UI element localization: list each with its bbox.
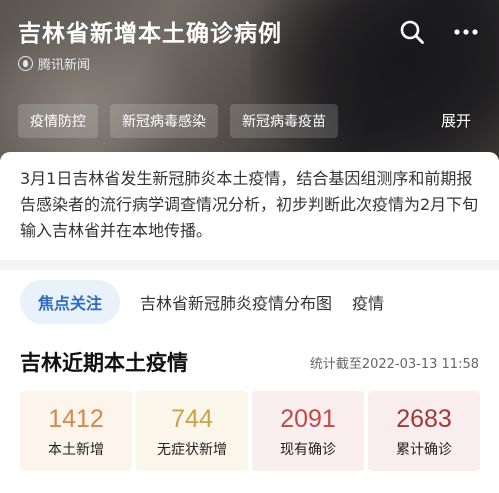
stat-value: 2683: [396, 405, 452, 433]
stat-card-asymptomatic-new[interactable]: 744 无症状新增: [136, 391, 248, 471]
expand-button[interactable]: 展开: [441, 110, 471, 131]
stat-label: 现有确诊: [280, 442, 336, 458]
tag-covid-vaccine[interactable]: 新冠病毒疫苗: [230, 104, 338, 138]
topic-tags: 疫情防控 新冠病毒感染 新冠病毒疫苗: [18, 104, 338, 138]
focus-link-epidemic[interactable]: 疫情: [352, 290, 384, 314]
search-icon[interactable]: [398, 18, 426, 46]
stat-value: 744: [171, 405, 213, 433]
stat-label: 本土新增: [48, 442, 104, 458]
stat-value: 2091: [280, 405, 336, 433]
page-title: 吉林省新增本土确诊病例: [18, 21, 282, 47]
stat-value: 1412: [48, 405, 104, 433]
section-divider: [0, 260, 499, 270]
source-label[interactable]: 腾讯新闻: [18, 54, 90, 73]
stats-grid: 1412 本土新增 744 无症状新增 2091 现有确诊 2683 累计确诊: [20, 391, 480, 471]
summary-text: 3月1日吉林省发生新冠肺炎本土疫情，结合基因组测序和前期报告感染者的流行病学调查…: [0, 152, 499, 260]
more-icon[interactable]: [452, 18, 480, 46]
focus-tab[interactable]: 焦点关注: [20, 280, 121, 324]
tag-epidemic-control[interactable]: 疫情防控: [18, 104, 98, 138]
section-title: 吉林近期本土疫情: [20, 351, 188, 375]
tag-covid-infection[interactable]: 新冠病毒感染: [110, 104, 218, 138]
stat-card-total-confirmed[interactable]: 2683 累计确诊: [368, 391, 480, 471]
stat-card-local-new[interactable]: 1412 本土新增: [20, 391, 132, 471]
stat-label: 无症状新增: [157, 442, 227, 458]
focus-row-fade: [429, 278, 499, 326]
source-name: 腾讯新闻: [38, 58, 91, 73]
stats-timestamp: 统计截至2022-03-13 11:58: [309, 357, 479, 372]
stat-card-current-confirmed[interactable]: 2091 现有确诊: [252, 391, 364, 471]
focus-row: 焦点关注 吉林省新冠肺炎疫情分布图 疫情: [0, 278, 499, 326]
tencent-news-logo-icon: [18, 56, 33, 71]
focus-link-distribution-map[interactable]: 吉林省新冠肺炎疫情分布图: [140, 290, 332, 314]
stat-label: 累计确诊: [396, 442, 452, 458]
